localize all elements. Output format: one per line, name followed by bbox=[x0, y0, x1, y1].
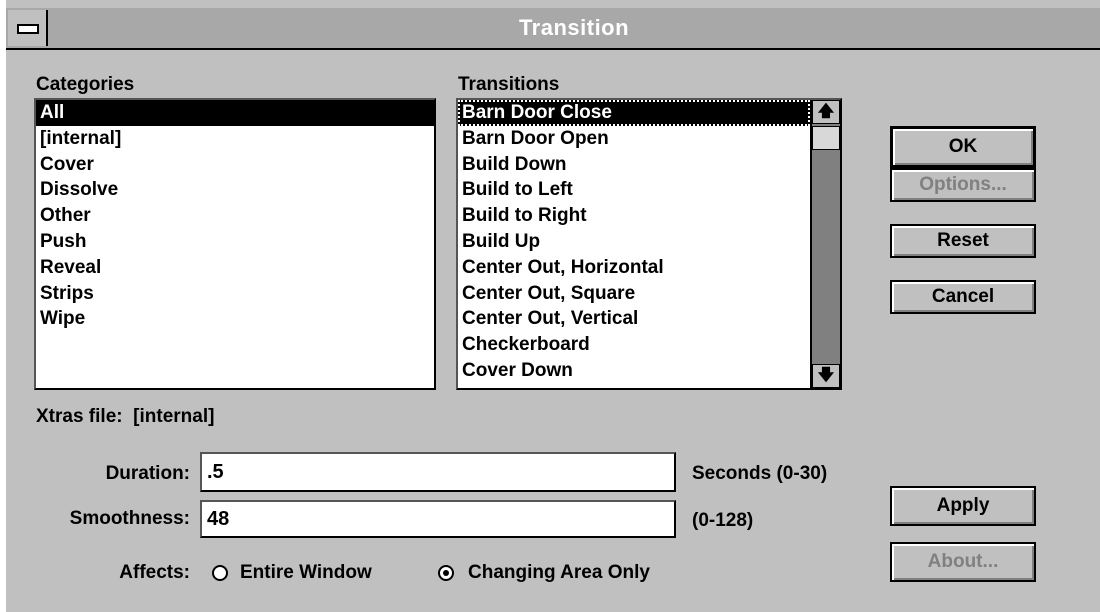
changing-area-only-label[interactable]: Changing Area Only bbox=[468, 562, 650, 584]
system-menu-icon[interactable] bbox=[8, 10, 48, 46]
categories-label: Categories bbox=[36, 74, 135, 95]
list-item[interactable]: Build to Right bbox=[458, 203, 810, 229]
smoothness-label: Smoothness: bbox=[69, 508, 190, 529]
duration-label: Duration: bbox=[105, 463, 190, 484]
list-item[interactable]: Strips bbox=[36, 281, 434, 307]
list-item[interactable]: Cover bbox=[36, 152, 434, 178]
list-item[interactable]: Center Out, Vertical bbox=[458, 306, 810, 332]
duration-unit: Seconds (0-30) bbox=[692, 463, 828, 484]
transitions-scrollbar[interactable]: 🡅 🡇 bbox=[810, 100, 840, 388]
list-item[interactable]: Dissolve bbox=[36, 177, 434, 203]
smoothness-input[interactable]: 48 bbox=[200, 500, 676, 538]
options-button[interactable]: Options... bbox=[890, 168, 1036, 202]
list-item[interactable]: Cover Down bbox=[458, 358, 810, 384]
list-item[interactable]: Center Out, Square bbox=[458, 281, 810, 307]
list-item[interactable]: Build Down bbox=[458, 152, 810, 178]
entire-window-radio[interactable] bbox=[212, 565, 228, 581]
list-item[interactable]: Barn Door Close bbox=[458, 100, 810, 126]
list-item[interactable]: Wipe bbox=[36, 306, 434, 332]
ok-button[interactable]: OK bbox=[890, 126, 1036, 168]
affects-label: Affects: bbox=[119, 562, 190, 583]
list-item[interactable]: Checkerboard bbox=[458, 332, 810, 358]
list-item[interactable]: Barn Door Open bbox=[458, 126, 810, 152]
scroll-down-arrow-icon[interactable]: 🡇 bbox=[812, 364, 840, 388]
list-item[interactable]: Push bbox=[36, 229, 434, 255]
entire-window-label[interactable]: Entire Window bbox=[240, 562, 372, 584]
xtras-file-caption: Xtras file: bbox=[36, 406, 123, 427]
apply-button[interactable]: Apply bbox=[890, 486, 1036, 526]
scroll-up-arrow-icon[interactable]: 🡅 bbox=[812, 100, 840, 124]
duration-input[interactable]: .5 bbox=[200, 452, 676, 492]
reset-button[interactable]: Reset bbox=[890, 224, 1036, 258]
list-item[interactable]: Reveal bbox=[36, 255, 434, 281]
list-item[interactable]: Other bbox=[36, 203, 434, 229]
scroll-thumb[interactable] bbox=[812, 126, 840, 150]
xtras-file-label: Xtras file: [internal] bbox=[36, 406, 214, 428]
changing-area-only-radio[interactable] bbox=[438, 565, 454, 581]
list-item[interactable]: Build Up bbox=[458, 229, 810, 255]
xtras-file-value: [internal] bbox=[133, 406, 215, 427]
smoothness-unit: (0-128) bbox=[692, 510, 754, 531]
list-item[interactable]: Center Out, Horizontal bbox=[458, 255, 810, 281]
list-item[interactable]: [internal] bbox=[36, 126, 434, 152]
list-item[interactable]: All bbox=[36, 100, 434, 126]
list-item[interactable]: Build to Left bbox=[458, 177, 810, 203]
window-title: Transition bbox=[518, 15, 630, 40]
categories-list[interactable]: All [internal] Cover Dissolve Other Push Revea… bbox=[34, 98, 436, 390]
about-button[interactable]: About... bbox=[890, 542, 1036, 582]
transitions-list[interactable]: Barn Door Close Barn Door Open Build Down B… bbox=[456, 98, 842, 390]
cancel-button[interactable]: Cancel bbox=[890, 280, 1036, 314]
transitions-label: Transitions bbox=[458, 74, 560, 95]
